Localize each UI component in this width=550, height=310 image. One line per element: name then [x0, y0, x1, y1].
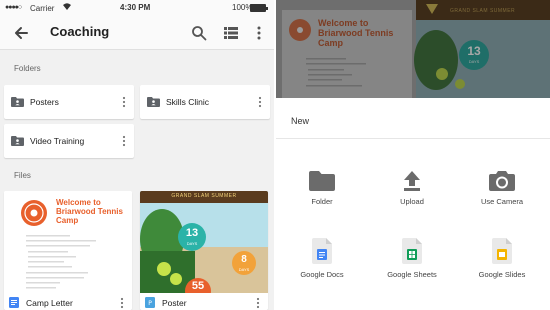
image-file-icon: P	[145, 297, 155, 308]
google-docs-option[interactable]: Google Docs	[282, 238, 362, 279]
new-item-sheet: New Folder Upload Use Camera Google Docs…	[276, 98, 550, 310]
files-section-label: Files	[14, 171, 31, 180]
google-sheets-option[interactable]: Google Sheets	[372, 238, 452, 279]
new-sheet-title: New	[291, 116, 310, 126]
svg-text:P: P	[148, 300, 152, 307]
google-docs-icon	[312, 238, 332, 264]
google-sheets-icon	[402, 238, 422, 264]
search-icon[interactable]	[191, 25, 207, 41]
more-options-icon[interactable]	[120, 297, 124, 309]
status-time: 4:30 PM	[120, 3, 151, 12]
shared-folder-icon	[11, 97, 24, 107]
folder-item-posters[interactable]: Posters	[4, 85, 134, 119]
dimmed-background[interactable]: Welcome to Briarwood Tennis Camp GRAND S…	[276, 0, 550, 98]
upload-icon	[404, 171, 420, 191]
shared-folder-icon	[11, 136, 24, 146]
option-label: Google Docs	[300, 270, 344, 279]
option-label: Folder	[311, 197, 333, 206]
new-folder-option[interactable]: Folder	[282, 171, 362, 206]
poster-badge-count: 13	[185, 227, 199, 239]
folder-item-video-training[interactable]: Video Training	[4, 124, 134, 158]
option-label: Upload	[400, 197, 424, 206]
folders-section-label: Folders	[14, 64, 41, 73]
poster-banner: GRAND SLAM SUMMER	[171, 193, 237, 199]
folder-name: Posters	[30, 97, 59, 107]
option-label: Google Slides	[478, 270, 526, 279]
file-name: Poster	[162, 298, 187, 308]
google-docs-icon	[9, 297, 19, 308]
poster-badge3-count: 55	[191, 280, 205, 292]
list-view-icon[interactable]	[224, 26, 238, 40]
back-arrow-icon[interactable]	[11, 23, 31, 43]
divider	[276, 138, 550, 139]
file-info-bar: Camp Letter	[4, 293, 132, 310]
signal-icon: ●●●●○	[5, 4, 22, 11]
wifi-icon	[62, 2, 72, 13]
upload-option[interactable]: Upload	[372, 169, 452, 206]
camera-icon	[489, 171, 515, 191]
battery-icon	[250, 4, 268, 12]
camp-letter-heading: Welcome to Briarwood Tennis Camp	[56, 198, 123, 225]
folder-item-skills-clinic[interactable]: Skills Clinic	[140, 85, 270, 119]
more-options-icon[interactable]	[256, 297, 260, 309]
option-label: Use Camera	[480, 197, 524, 206]
google-slides-option[interactable]: Google Slides	[462, 238, 542, 279]
use-camera-option[interactable]: Use Camera	[462, 169, 542, 206]
file-item-poster[interactable]: GRAND SLAM SUMMER 13 DAYS 8 DAYS 55 P Po…	[140, 191, 268, 310]
dimmed-badge-unit: DAYS	[468, 59, 480, 64]
more-options-icon[interactable]	[122, 96, 126, 108]
file-thumbnail: Welcome to Briarwood Tennis Camp	[4, 191, 132, 293]
more-options-icon[interactable]	[258, 96, 262, 108]
option-label: Google Sheets	[387, 270, 437, 279]
left-phone-screen: ●●●●○ Carrier 4:30 PM 100% Coaching Fold…	[0, 0, 274, 310]
poster-badge-unit: DAYS	[186, 241, 198, 246]
app-bar: Coaching	[0, 16, 274, 50]
page-title: Coaching	[50, 24, 110, 39]
shared-folder-icon	[147, 97, 160, 107]
folder-name: Video Training	[30, 136, 85, 146]
google-slides-icon	[492, 238, 512, 264]
file-thumbnail: GRAND SLAM SUMMER 13 DAYS 8 DAYS 55	[140, 191, 268, 293]
dimmed-poster-banner: GRAND SLAM SUMMER	[450, 8, 516, 14]
dimmed-file-previews	[276, 0, 550, 98]
dimmed-badge-count: 13	[467, 44, 481, 58]
right-phone-screen: Welcome to Briarwood Tennis Camp GRAND S…	[276, 0, 550, 310]
file-info-bar: P Poster	[140, 293, 268, 310]
dimmed-camp-heading: Welcome to Briarwood Tennis Camp	[318, 18, 394, 48]
poster-badge2-unit: DAYS	[238, 267, 250, 272]
more-options-icon[interactable]	[254, 25, 264, 41]
file-item-camp-letter[interactable]: Welcome to Briarwood Tennis Camp Camp Le…	[4, 191, 132, 310]
carrier-label: Carrier	[30, 4, 55, 13]
folder-name: Skills Clinic	[166, 97, 209, 107]
file-name: Camp Letter	[26, 298, 73, 308]
folder-icon	[309, 171, 335, 191]
status-bar: ●●●●○ Carrier 4:30 PM 100%	[0, 0, 274, 16]
more-options-icon[interactable]	[122, 135, 126, 147]
poster-badge2-count: 8	[241, 254, 247, 265]
